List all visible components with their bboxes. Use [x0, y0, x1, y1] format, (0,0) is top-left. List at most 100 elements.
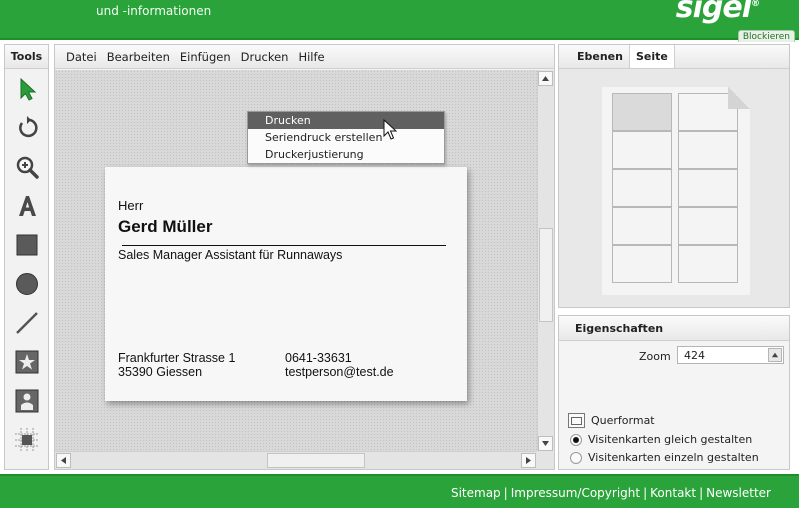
vertical-scroll-thumb[interactable] [539, 228, 553, 322]
tab-seite[interactable]: Seite [628, 45, 675, 68]
sheet-card-slot[interactable] [678, 169, 738, 207]
scroll-left-button[interactable] [56, 453, 71, 468]
line-tool[interactable] [5, 303, 48, 342]
vertical-scrollbar[interactable] [537, 70, 554, 452]
card-email: testperson@test.de [285, 365, 394, 379]
card-street: Frankfurter Strasse 1 [118, 351, 236, 365]
grid-tool[interactable] [5, 420, 48, 459]
sheet-card-slot[interactable] [612, 169, 672, 207]
sheet-card-slot[interactable] [612, 245, 672, 283]
sheet-card-slot[interactable] [678, 245, 738, 283]
menu-hilfe[interactable]: Hilfe [293, 45, 329, 69]
sigel-logo[interactable]: sigel® [676, 0, 760, 25]
rectangle-icon [16, 234, 37, 255]
dropdown-item-drucken[interactable]: Drucken [248, 112, 444, 129]
site-footer: Sitemap | Impressum/Copyright | Kontakt | News… [0, 474, 799, 508]
grid-icon [14, 427, 39, 452]
arrow-left-icon [61, 457, 66, 464]
editor-area: Tools Datei Bearbeiten Einfügen Drucken … [0, 42, 799, 474]
option-same-design[interactable]: Visitenkarten gleich gestalten [568, 433, 752, 446]
sheet-card-slot[interactable] [612, 207, 672, 245]
card-phone: 0641-33631 [285, 351, 352, 365]
arrow-up-icon [771, 352, 779, 358]
tools-title: Tools [5, 45, 48, 69]
footer-link-sitemap[interactable]: Sitemap [451, 486, 501, 500]
card-city: 35390 Giessen [118, 365, 203, 379]
image-tool[interactable] [5, 381, 48, 420]
rotate-tool[interactable] [5, 108, 48, 147]
zoom-tool[interactable] [5, 147, 48, 186]
card-salutation[interactable]: Herr [118, 198, 143, 213]
zoom-stepper-button[interactable] [768, 348, 782, 362]
dropdown-item-seriendruck[interactable]: Seriendruck erstellen [248, 129, 444, 146]
card-name[interactable]: Gerd Müller [118, 217, 212, 237]
properties-panel: Eigenschaften Zoom 424 Querformat Visite… [558, 315, 790, 470]
canvas-window: Datei Bearbeiten Einfügen Drucken Hilfe … [54, 44, 555, 470]
zoom-input[interactable]: 424 [677, 346, 784, 364]
horizontal-scroll-thumb[interactable] [267, 453, 365, 468]
sheet-card-slot[interactable] [612, 131, 672, 169]
drucken-dropdown: Drucken Seriendruck erstellen Druckerjus… [247, 111, 445, 164]
landscape-option[interactable]: Querformat [568, 413, 655, 428]
business-card[interactable]: Herr Gerd Müller Sales Manager Assistant… [105, 167, 467, 401]
footer-link-kontakt[interactable]: Kontakt [650, 486, 696, 500]
zoom-icon [16, 156, 39, 179]
text-tool[interactable] [5, 186, 48, 225]
landscape-label: Querformat [591, 414, 655, 427]
sheet-preview [602, 87, 750, 295]
radio-individual-design[interactable] [570, 451, 582, 464]
option-individual-label: Visitenkarten einzeln gestalten [588, 451, 759, 464]
line-icon [15, 311, 38, 334]
menu-einfuegen[interactable]: Einfügen [175, 45, 236, 69]
tab-ebenen[interactable]: Ebenen [571, 45, 629, 68]
rectangle-tool[interactable] [5, 225, 48, 264]
arrow-up-icon [542, 76, 549, 81]
text-icon [18, 195, 36, 216]
select-arrow-icon [20, 77, 36, 101]
card-role[interactable]: Sales Manager Assistant für Runnaways [118, 248, 342, 262]
sheet-card-slot[interactable] [678, 131, 738, 169]
arrow-right-icon [526, 457, 531, 464]
zoom-label: Zoom [639, 350, 671, 363]
menu-bar: Datei Bearbeiten Einfügen Drucken Hilfe [55, 45, 554, 69]
pages-panel: Ebenen Seite [558, 44, 790, 308]
card-contact[interactable]: 0641-33631 testperson@test.de [285, 351, 394, 379]
radio-same-design[interactable] [570, 433, 582, 446]
scroll-up-button[interactable] [538, 71, 553, 86]
mouse-cursor-icon [383, 119, 397, 140]
card-address[interactable]: Frankfurter Strasse 1 35390 Giessen [118, 351, 235, 379]
sheet-card-slot[interactable] [612, 93, 672, 131]
scroll-right-button[interactable] [521, 453, 536, 468]
properties-title: Eigenschaften [559, 316, 789, 341]
circle-icon [15, 272, 38, 295]
tools-panel: Tools [4, 44, 49, 470]
footer-link-impressum[interactable]: Impressum/Copyright [511, 486, 640, 500]
option-same-label: Visitenkarten gleich gestalten [588, 433, 753, 446]
page-fold-corner [728, 87, 750, 109]
rotate-icon [18, 115, 38, 137]
select-tool[interactable] [5, 69, 48, 108]
zoom-value: 424 [684, 349, 705, 362]
footer-links: Sitemap | Impressum/Copyright | Kontakt | News… [450, 486, 771, 500]
landscape-checkbox[interactable] [568, 413, 585, 428]
arrow-down-icon [542, 441, 549, 446]
card-divider-line[interactable] [122, 245, 446, 246]
site-header: und -informationen sigel® Blockieren [0, 0, 799, 44]
circle-tool[interactable] [5, 264, 48, 303]
scroll-down-button[interactable] [538, 436, 553, 451]
horizontal-scrollbar[interactable] [55, 451, 537, 469]
menu-datei[interactable]: Datei [61, 45, 102, 69]
clipart-tool[interactable] [5, 342, 48, 381]
option-individual-design[interactable]: Visitenkarten einzeln gestalten [568, 451, 759, 464]
menu-drucken[interactable]: Drucken [236, 45, 294, 69]
sheet-card-slot[interactable] [678, 207, 738, 245]
clipart-icon [15, 350, 38, 373]
scrollbar-corner [537, 451, 554, 469]
dropdown-item-druckerjustierung[interactable]: Druckerjustierung [248, 146, 444, 163]
image-icon [15, 389, 38, 412]
menu-bearbeiten[interactable]: Bearbeiten [102, 45, 175, 69]
header-tagline: und -informationen [96, 4, 212, 18]
pages-tabs: Ebenen Seite [559, 45, 789, 69]
landscape-page-icon [571, 416, 582, 425]
footer-link-newsletter[interactable]: Newsletter [706, 486, 771, 500]
